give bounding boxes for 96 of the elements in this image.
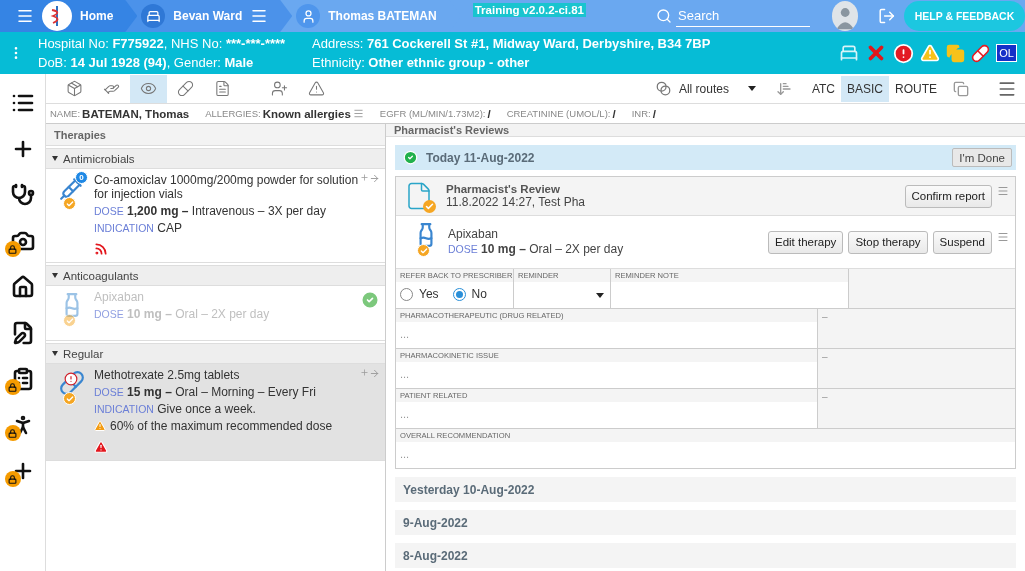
dose-text: DOSE 10 mg – Oral – 2X per day (94, 307, 271, 321)
menu-icon[interactable] (250, 7, 269, 25)
check-icon (360, 290, 380, 310)
lock-icon (4, 425, 21, 441)
person-icon (296, 4, 321, 28)
dose-text: DOSE 10 mg – Oral – 2X per day (448, 242, 624, 257)
sort-icon[interactable] (775, 80, 792, 97)
info-value: / (612, 107, 616, 120)
therapy-row[interactable]: 0 Co-amoxiclav 1000mg/200mg powder for solution for injection vials DOSE 1,200 mg – Intravenous – 3X per day INDICATION CAP (46, 169, 385, 263)
pill-icon (177, 80, 194, 97)
logo-icon (42, 1, 72, 31)
panel-title: Therapies (46, 124, 385, 146)
radio-button[interactable] (452, 287, 466, 301)
patient-detail-text: Address: 761 Cockerell St #1, Midway Ward, Derbyshire, B34 7BP (312, 35, 712, 52)
lock-icon (4, 379, 21, 395)
medication-name: Apixaban (448, 227, 500, 242)
review-meta: 11.8.2022 14:27, Test Pha (446, 194, 585, 210)
search-icon[interactable] (656, 8, 672, 24)
info-label: EGFR (ML/MIN/1.73M2): (379, 108, 486, 119)
info-value: Known allergies (262, 107, 351, 120)
pill-box-icon (66, 80, 83, 97)
day-header[interactable]: Yesterday 10-Aug-2022 (395, 477, 1016, 502)
medication-name: Methotrexate 2.5mg tablets (94, 368, 241, 382)
document-icon (214, 80, 231, 97)
eye-icon (140, 80, 157, 97)
menu-icon[interactable] (16, 7, 34, 25)
day-header[interactable]: 9-Aug-2022 (395, 510, 1016, 535)
camera-icon (10, 229, 35, 253)
review-title: Pharmacist's Review (446, 182, 561, 195)
done-button[interactable]: I'm Done (952, 148, 1012, 167)
warning-icon (94, 440, 108, 454)
group-header[interactable]: Antimicrobials (46, 148, 385, 169)
version-label: Training v2.0.2-ci.81 (472, 3, 586, 17)
view-tab[interactable]: ROUTE (889, 75, 943, 102)
patient-detail-text: Hospital No: F775922, NHS No: ***-***-**** (38, 35, 287, 52)
radio-label[interactable]: No (471, 287, 487, 301)
search-field[interactable]: Search (676, 5, 810, 27)
bed-icon (141, 4, 166, 28)
medication-name: Co-amoxiclav 1000mg/200mg powder for solution for injection vials (94, 173, 359, 201)
therapy-row[interactable]: Methotrexate 2.5mg tablets DOSE 15 mg – Oral – Morning – Every Fri INDICATION Give once a week. 60% of the maximum recommended dose (46, 364, 385, 461)
menu-icon[interactable] (997, 184, 1009, 197)
group-header[interactable]: Anticoagulants (46, 265, 385, 286)
view-tab[interactable]: BASIC (841, 75, 889, 102)
warning-text: 60% of the maximum recommended dose (110, 419, 333, 433)
pill-icon (971, 43, 991, 63)
menu-icon[interactable] (352, 108, 364, 119)
view-tab[interactable]: ATC (805, 75, 841, 102)
count-badge: 0 (75, 171, 88, 184)
dose-text: DOSE 1,200 mg – Intravenous – 3X per day (94, 204, 327, 218)
copies-icon (946, 43, 966, 63)
status-badge: OL (996, 44, 1017, 62)
alert-icon (893, 42, 915, 64)
info-label: CREATININE (UMOL/L): (506, 108, 611, 119)
toggle-icon[interactable] (953, 80, 969, 97)
indication-text: INDICATION CAP (94, 221, 183, 235)
info-label: INR: (631, 108, 651, 119)
info-label: ALLERGIES: (205, 108, 261, 119)
warning-icon (308, 80, 325, 97)
logout-icon[interactable] (878, 6, 896, 26)
medication-name: Apixaban (94, 290, 146, 304)
group-header[interactable]: Regular (46, 343, 385, 364)
therapy-button[interactable]: Edit therapy (768, 230, 844, 254)
warning-icon (94, 420, 106, 432)
info-label: NAME: (50, 108, 81, 119)
dose-text: DOSE 15 mg – Oral – Morning – Every Fri (94, 385, 317, 399)
dash-text: – (821, 310, 829, 324)
bed-icon (839, 43, 860, 63)
lock-icon (4, 241, 21, 257)
circles-icon (655, 81, 671, 96)
breadcrumb-link[interactable]: Home (80, 9, 114, 23)
menu-icon[interactable] (997, 230, 1009, 243)
house-icon (10, 275, 35, 299)
radio-label[interactable]: Yes (419, 287, 439, 301)
stethoscope-icon (10, 183, 35, 207)
day-header[interactable]: Today 11-Aug-2022 I'm Done (395, 145, 1016, 170)
avatar (832, 1, 859, 31)
lock-icon (4, 471, 21, 487)
day-header[interactable]: 8-Aug-2022 (395, 543, 1016, 568)
therapy-button[interactable]: Stop therapy (848, 230, 928, 254)
route-select[interactable]: All routes (649, 81, 762, 96)
indication-text: INDICATION Give once a week. (94, 402, 257, 416)
signal-icon (94, 242, 108, 256)
eye-tab[interactable] (130, 74, 167, 103)
info-value: BATEMAN, Thomas (82, 107, 190, 120)
info-value: / (487, 107, 491, 120)
referral-icon (271, 80, 288, 97)
patient-detail-text: Ethnicity: Other ethnic group - other (312, 54, 531, 71)
panel-title: Pharmacist's Reviews (386, 124, 1025, 137)
dash-text: – (821, 390, 829, 404)
confirm-report-button[interactable]: Confirm report (904, 184, 992, 208)
patient-detail-text: DoB: 14 Jul 1928 (94), Gender: Male (38, 54, 255, 71)
info-value: / (652, 107, 656, 120)
dash-text: – (821, 350, 829, 364)
warning-icon (920, 43, 941, 63)
radio-button[interactable] (400, 287, 413, 301)
therapy-button[interactable]: Suspend (932, 230, 992, 254)
